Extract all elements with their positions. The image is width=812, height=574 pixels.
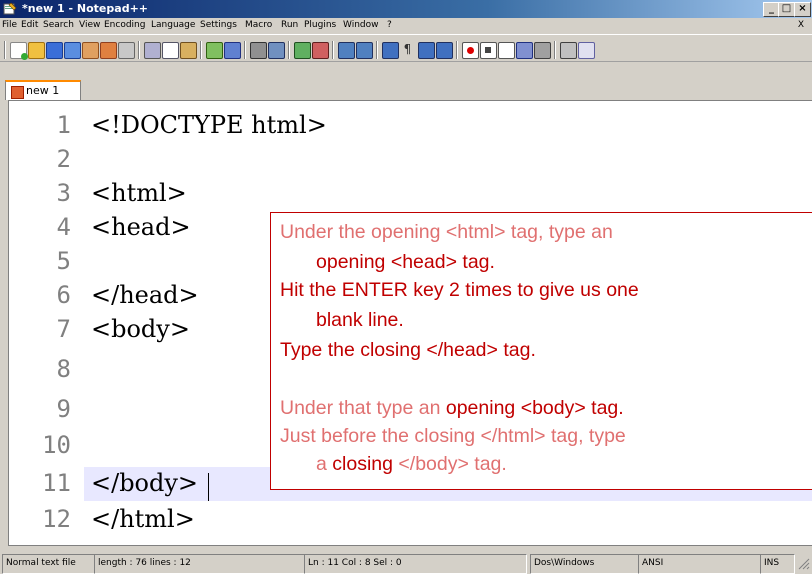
show-all-characters-icon[interactable]: ¶ [400, 42, 415, 57]
paste-icon[interactable] [180, 42, 197, 59]
zoom-in-icon[interactable] [294, 42, 311, 59]
close-document-button[interactable]: X [798, 20, 804, 30]
indent-guide-icon[interactable] [418, 42, 435, 59]
menu-search[interactable]: Search [43, 20, 74, 30]
copy-icon[interactable] [162, 42, 179, 59]
record-macro-icon[interactable] [462, 42, 479, 59]
spell-check-icon[interactable] [578, 42, 595, 59]
instruction-line: opening <head> tag. [316, 251, 495, 273]
save-icon[interactable] [46, 42, 63, 59]
code-line[interactable]: </head> [91, 281, 199, 309]
run-macro-multiple-icon[interactable] [516, 42, 533, 59]
tab-label: new 1 [26, 84, 60, 97]
instruction-line: Just before the closing </html> tag, typ… [280, 425, 626, 447]
menu-window[interactable]: Window [343, 20, 379, 30]
resize-grip-icon[interactable] [796, 556, 810, 570]
toolbar-separator [554, 41, 556, 59]
code-line[interactable]: <!DOCTYPE html> [91, 111, 327, 139]
sync-horizontal-icon[interactable] [356, 42, 373, 59]
title-bar[interactable]: *new 1 - Notepad++ _ □ × [0, 0, 812, 18]
code-line[interactable]: </html> [91, 505, 195, 533]
line-number: 9 [56, 395, 71, 423]
line-number: 1 [56, 111, 71, 139]
line-number: 7 [56, 315, 71, 343]
status-file-type: Normal text file [2, 554, 95, 574]
close-all-icon[interactable] [100, 42, 117, 59]
menu-view[interactable]: View [79, 20, 100, 30]
tab-new-1[interactable]: new 1 [5, 80, 81, 100]
code-line[interactable]: <body> [91, 315, 190, 343]
toolbar-separator [332, 41, 334, 59]
undo-icon[interactable] [206, 42, 223, 59]
instruction-line: Under that type an opening <body> tag. [280, 397, 624, 419]
code-line[interactable]: </body> [91, 469, 198, 497]
instruction-callout: Under the opening <html> tag, type an op… [270, 212, 812, 490]
document-map-icon[interactable] [436, 42, 453, 59]
close-file-icon[interactable] [82, 42, 99, 59]
tab-bar [0, 62, 812, 90]
status-encoding: ANSI [638, 554, 761, 574]
save-all-icon[interactable] [64, 42, 81, 59]
text-caret [208, 473, 209, 501]
word-wrap-icon[interactable] [382, 42, 399, 59]
menu-settings[interactable]: Settings [200, 20, 237, 30]
instruction-line: blank line. [316, 309, 404, 331]
line-number: 6 [56, 281, 71, 309]
toolbar-separator [456, 41, 458, 59]
play-macro-icon[interactable] [498, 42, 515, 59]
status-position: Ln : 11 Col : 8 Sel : 0 [304, 554, 527, 574]
plugin-icon[interactable] [560, 42, 577, 59]
status-length: length : 76 lines : 12 [94, 554, 305, 574]
sync-vertical-icon[interactable] [338, 42, 355, 59]
status-bar: Normal text file length : 76 lines : 12 … [0, 552, 812, 574]
instruction-line: Type the closing </head> tag. [280, 339, 536, 361]
new-file-icon[interactable] [10, 42, 28, 60]
menu-encoding[interactable]: Encoding [104, 20, 145, 30]
code-line[interactable]: <head> [91, 213, 191, 241]
menu-file[interactable]: File [2, 20, 17, 30]
instruction-line: Under the opening <html> tag, type an [280, 221, 613, 243]
unsaved-file-icon [11, 86, 24, 99]
toolbar-grip [4, 41, 6, 59]
line-number: 5 [56, 247, 71, 275]
line-number: 10 [42, 431, 71, 459]
menu-help[interactable]: ? [387, 20, 392, 30]
menu-language[interactable]: Language [151, 20, 195, 30]
menu-plugins[interactable]: Plugins [304, 20, 336, 30]
toolbar-separator [288, 41, 290, 59]
close-button[interactable]: × [794, 2, 811, 17]
window-title: *new 1 - Notepad++ [22, 2, 149, 15]
status-eol: Dos\Windows [530, 554, 639, 574]
line-number: 11 [42, 469, 71, 497]
print-icon[interactable] [118, 42, 135, 59]
redo-icon[interactable] [224, 42, 241, 59]
menu-edit[interactable]: Edit [21, 20, 38, 30]
save-macro-icon[interactable] [534, 42, 551, 59]
maximize-button[interactable]: □ [778, 2, 795, 17]
notepad-app-icon [3, 2, 17, 15]
line-number: 12 [42, 505, 71, 533]
instruction-line: Hit the ENTER key 2 times to give us one [280, 279, 639, 301]
instruction-line: a closing </body> tag. [316, 453, 507, 475]
toolbar-separator [138, 41, 140, 59]
line-number: 8 [56, 355, 71, 383]
line-number: 3 [56, 179, 71, 207]
menu-run[interactable]: Run [281, 20, 298, 30]
cut-icon[interactable] [144, 42, 161, 59]
zoom-out-icon[interactable] [312, 42, 329, 59]
status-insert-mode: INS [760, 554, 795, 574]
toolbar-separator [376, 41, 378, 59]
toolbar: ¶ [0, 34, 812, 62]
stop-macro-icon[interactable] [480, 42, 497, 59]
line-number: 4 [56, 213, 71, 241]
replace-icon[interactable] [268, 42, 285, 59]
open-file-icon[interactable] [28, 42, 45, 59]
toolbar-separator [244, 41, 246, 59]
menu-bar: File Edit Search View Encoding Language … [0, 18, 812, 34]
find-icon[interactable] [250, 42, 267, 59]
toolbar-separator [200, 41, 202, 59]
line-number: 2 [56, 145, 71, 173]
menu-macro[interactable]: Macro [245, 20, 272, 30]
code-line[interactable]: <html> [91, 179, 187, 207]
